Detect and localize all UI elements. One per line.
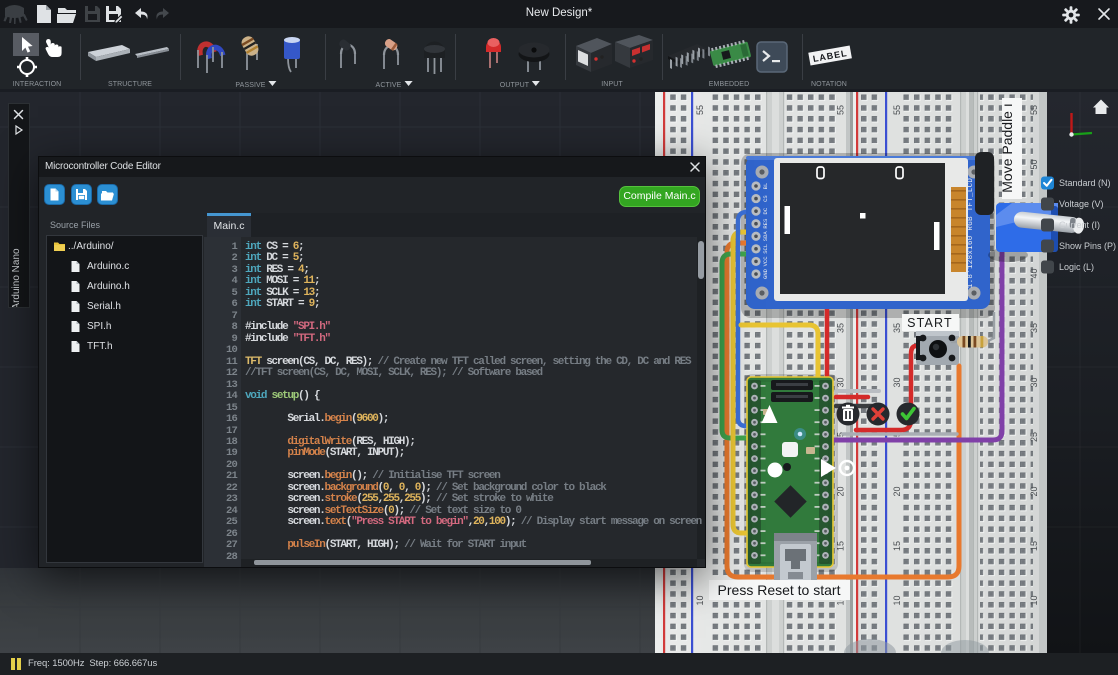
svg-text:Show Pins (P): Show Pins (P) — [1059, 241, 1116, 251]
svg-text:Standard (N): Standard (N) — [1059, 178, 1111, 188]
svg-text:40: 40 — [1029, 268, 1039, 278]
svg-text:30: 30 — [892, 377, 902, 387]
svg-text:55: 55 — [892, 105, 902, 115]
svg-text:35: 35 — [836, 323, 846, 333]
svg-text:Current (I): Current (I) — [1059, 220, 1100, 230]
svg-text:Logic (L): Logic (L) — [1059, 262, 1094, 272]
svg-text:VCC: VCC — [762, 256, 769, 267]
svg-text:START: START — [907, 316, 953, 330]
svg-text:50: 50 — [1029, 159, 1039, 169]
svg-text:10: 10 — [1029, 595, 1039, 605]
svg-text:CS: CS — [762, 195, 769, 202]
svg-text:1.8'128x160 RGB TFT_LCD: 1.8'128x160 RGB TFT_LCD — [967, 178, 975, 289]
svg-text:15: 15 — [892, 541, 902, 551]
svg-text:SDA: SDA — [762, 231, 769, 242]
svg-text:SCL: SCL — [762, 244, 769, 254]
svg-text:15: 15 — [1029, 541, 1039, 551]
svg-text:55: 55 — [836, 105, 846, 115]
svg-text:GND: GND — [762, 268, 769, 279]
svg-text:Arduino Nano: Arduino Nano — [11, 248, 22, 307]
svg-text:Move Paddle ı: Move Paddle ı — [999, 103, 1015, 193]
svg-text:20: 20 — [1029, 486, 1039, 496]
svg-text:Voltage (V): Voltage (V) — [1059, 199, 1104, 209]
svg-text:10: 10 — [695, 595, 705, 605]
svg-text:30: 30 — [1029, 377, 1039, 387]
svg-text:RES: RES — [762, 218, 769, 229]
svg-text:10: 10 — [892, 595, 902, 605]
svg-text:DC: DC — [762, 207, 769, 214]
svg-text:Press Reset to start: Press Reset to start — [718, 582, 841, 598]
svg-text:25: 25 — [1029, 432, 1039, 442]
svg-text:35: 35 — [892, 323, 902, 333]
svg-text:20: 20 — [892, 486, 902, 496]
svg-text:BL: BL — [762, 183, 769, 190]
svg-text:55: 55 — [695, 105, 705, 115]
svg-text:55: 55 — [1029, 105, 1039, 115]
svg-text:35: 35 — [1029, 323, 1039, 333]
